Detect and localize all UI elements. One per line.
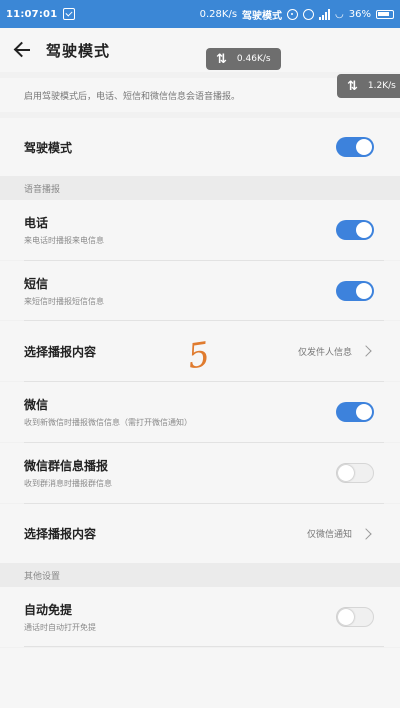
wechat-group-toggle[interactable] [336,463,374,483]
back-arrow-icon[interactable] [12,39,34,61]
sms-toggle[interactable] [336,280,374,301]
speed-overlay: ⇅ 1.2K/s [337,74,400,98]
alarm-icon [303,8,315,20]
battery-text: 36% [348,8,371,20]
row-label: 短信 [24,276,49,291]
section-voice-broadcast: 语音播报 [0,176,400,200]
driving-mode-indicator: 驾驶模式 [242,10,283,22]
divider [24,646,384,647]
chevron-right-icon [360,345,372,357]
signal-icon [319,8,331,20]
page-title: 驾驶模式 [46,41,111,60]
status-time: 11:07:01 [6,8,58,20]
row-subtitle: 收到新微信时播报微信信息（需打开微信通知） [24,418,192,427]
sms-row[interactable]: 短信 来短信时播报短信信息 [0,261,400,320]
auto-handsfree-toggle[interactable] [336,607,374,627]
row-label: 选择播报内容 [24,344,97,359]
battery-icon [376,9,394,19]
select-content-row-wechat[interactable]: 选择播报内容 仅微信通知 [0,504,400,563]
checkbox-icon [63,8,76,20]
driving-mode-label: 驾驶模式 [24,140,73,155]
driving-mode-row[interactable]: 驾驶模式 [0,118,400,176]
empty-area [0,648,400,708]
speed-overlay-text: 0.46K/s [236,54,271,64]
speed-overlay: ⇅ 0.46K/s [206,48,281,70]
transfer-arrows-icon: ⇅ [216,51,227,67]
section-other-settings: 其他设置 [0,563,400,587]
row-subtitle: 通话时自动打开免提 [24,623,96,632]
wechat-toggle[interactable] [336,402,374,422]
network-speed: 0.28K/s [199,8,238,20]
auto-handsfree-row[interactable]: 自动免提 通话时自动打开免提 [0,587,400,647]
row-label: 微信 [24,398,49,412]
row-subtitle: 来短信时播报短信信息 [24,296,104,306]
status-right-group: 0.28K/s 驾驶模式 ◡ 36% [200,7,394,22]
row-subtitle: 来电话时播报来电信息 [24,236,104,245]
row-subtitle: 收到群消息时播报群信息 [24,479,112,488]
phone-toggle[interactable] [336,220,374,240]
row-label: 电话 [24,216,49,230]
app-header: 驾驶模式 [0,28,400,72]
status-bar: 11:07:01 0.28K/s 驾驶模式 ◡ 36% [0,0,400,28]
steering-wheel-icon [287,8,299,20]
phone-row[interactable]: 电话 来电话时播报来电信息 [0,200,400,260]
row-label: 微信群信息播报 [24,459,109,473]
wechat-row[interactable]: 微信 收到新微信时播报微信信息（需打开微信通知） [0,382,400,442]
transfer-arrows-icon: ⇅ [347,78,358,94]
wechat-group-row[interactable]: 微信群信息播报 收到群消息时播报群信息 [0,443,400,503]
row-label: 自动免提 [24,603,73,617]
speed-overlay-text: 1.2K/s [367,81,396,91]
row-label: 选择播报内容 [24,527,97,541]
selected-value: 仅发件人信息 [297,347,352,358]
chevron-right-icon [360,527,372,540]
driving-mode-toggle[interactable] [336,137,374,157]
selected-value: 仅微信通知 [306,530,352,540]
wifi-icon: ◡ [335,8,344,20]
